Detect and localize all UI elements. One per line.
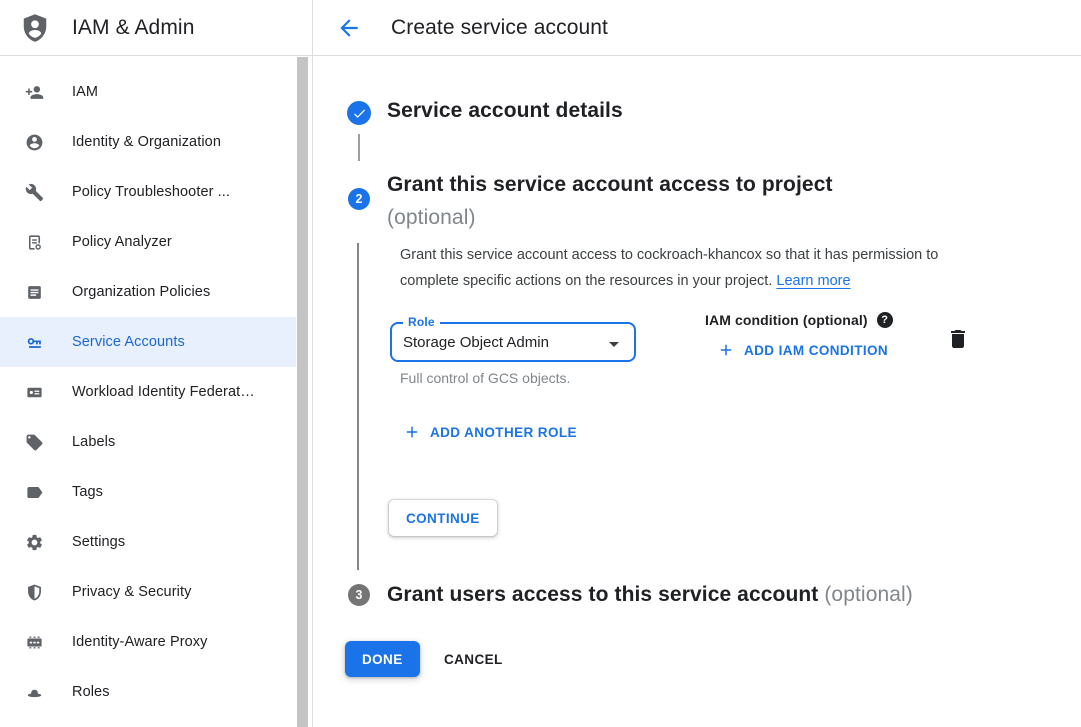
step3-optional-text: (optional) (824, 583, 913, 606)
sidebar-item-iam[interactable]: IAM (0, 67, 296, 117)
sidebar-item-policy-analyzer[interactable]: Policy Analyzer (0, 217, 296, 267)
step-connector (358, 134, 360, 161)
iam-admin-console: IAM & Admin Create service account IAM Id… (0, 0, 1081, 727)
sidebar-item-settings[interactable]: Settings (0, 517, 296, 567)
help-icon[interactable]: ? (877, 312, 893, 328)
org-policies-icon (24, 282, 44, 302)
done-button[interactable]: DONE (345, 641, 420, 677)
tag-arrow-icon (24, 482, 44, 502)
dropdown-arrow-icon (602, 332, 626, 356)
iap-icon (24, 632, 44, 652)
step-connector (357, 243, 359, 570)
sidebar-item-organization-policies[interactable]: Organization Policies (0, 267, 296, 317)
step1-title: Service account details (387, 99, 623, 123)
product-title: IAM & Admin (72, 16, 194, 40)
step2-optional-text: (optional) (387, 201, 947, 234)
sidebar-item-label: Workload Identity Federat… (72, 384, 255, 400)
sidebar-item-label: Roles (72, 684, 110, 700)
sidebar-item-label: Tags (72, 484, 103, 500)
service-accounts-icon (24, 332, 44, 352)
step1-complete-badge (347, 101, 371, 125)
sidebar-item-label: Identity & Organization (72, 134, 221, 150)
sidebar-item-roles[interactable]: Roles (0, 667, 296, 717)
continue-button[interactable]: CONTINUE (389, 500, 497, 536)
wrench-icon (24, 182, 44, 202)
sidebar-item-policy-troubleshooter[interactable]: Policy Troubleshooter ... (0, 167, 296, 217)
iam-shield-logo-icon (20, 12, 50, 44)
sidebar-item-label: Policy Analyzer (72, 234, 172, 250)
checkmark-icon (352, 106, 367, 121)
role-selected-value: Storage Object Admin (403, 334, 549, 351)
sidebar-nav: IAM Identity & Organization Policy Trouble… (0, 67, 296, 717)
sidebar-item-identity-aware-proxy[interactable]: Identity-Aware Proxy (0, 617, 296, 667)
sidebar-item-label: Settings (72, 534, 125, 550)
step2-title: Grant this service account access to pro… (387, 168, 947, 234)
delete-role-button[interactable] (946, 327, 970, 351)
step3-title: Grant users access to this service accou… (387, 581, 1067, 609)
sidebar-item-label: Privacy & Security (72, 584, 191, 600)
sidebar-divider (312, 0, 313, 727)
roles-hat-icon (24, 682, 44, 702)
add-iam-condition-button[interactable]: ADD IAM CONDITION (717, 341, 888, 359)
sidebar-item-label: Identity-Aware Proxy (72, 634, 208, 650)
sidebar-header: IAM & Admin (0, 0, 312, 55)
header-divider (0, 55, 1081, 56)
step2-description: Grant this service account access to coc… (400, 243, 988, 294)
page-header: Create service account (313, 0, 1081, 55)
step2-number-badge: 2 (348, 188, 370, 210)
sidebar-item-tags[interactable]: Tags (0, 467, 296, 517)
workload-identity-icon (24, 382, 44, 402)
sidebar-item-identity-organization[interactable]: Identity & Organization (0, 117, 296, 167)
plus-icon (717, 341, 735, 359)
shield-half-icon (24, 582, 44, 602)
sidebar-item-label: Organization Policies (72, 284, 210, 300)
trash-icon (946, 327, 970, 351)
back-arrow-icon[interactable] (335, 14, 363, 42)
role-select[interactable]: Role Storage Object Admin (390, 322, 636, 362)
sidebar-item-label: Policy Troubleshooter ... (72, 184, 230, 200)
sidebar-item-label: Labels (72, 434, 115, 450)
person-circle-icon (24, 132, 44, 152)
person-add-icon (24, 82, 44, 102)
sidebar-item-labels[interactable]: Labels (0, 417, 296, 467)
role-helper-text: Full control of GCS objects. (400, 370, 570, 386)
step2-title-text: Grant this service account access to pro… (387, 168, 947, 201)
iam-condition-label: IAM condition (optional) (705, 312, 868, 328)
sidebar-item-label: Service Accounts (72, 334, 185, 350)
sidebar-item-label: IAM (72, 84, 98, 100)
iam-condition-row: IAM condition (optional) ? (705, 312, 893, 328)
sidebar-scrollbar[interactable] (296, 57, 310, 727)
policy-analyzer-icon (24, 232, 44, 252)
label-icon (24, 432, 44, 452)
page-title: Create service account (391, 16, 608, 40)
plus-icon (403, 423, 421, 441)
sidebar-item-service-accounts[interactable]: Service Accounts (0, 317, 296, 367)
role-field-label: Role (403, 315, 440, 329)
learn-more-link[interactable]: Learn more (776, 273, 850, 289)
sidebar-item-workload-identity-federat[interactable]: Workload Identity Federat… (0, 367, 296, 417)
step3-number-badge: 3 (348, 584, 370, 606)
add-another-role-button[interactable]: ADD ANOTHER ROLE (403, 423, 577, 441)
cancel-button[interactable]: CANCEL (432, 641, 515, 677)
gear-icon (24, 532, 44, 552)
sidebar-item-privacy-security[interactable]: Privacy & Security (0, 567, 296, 617)
